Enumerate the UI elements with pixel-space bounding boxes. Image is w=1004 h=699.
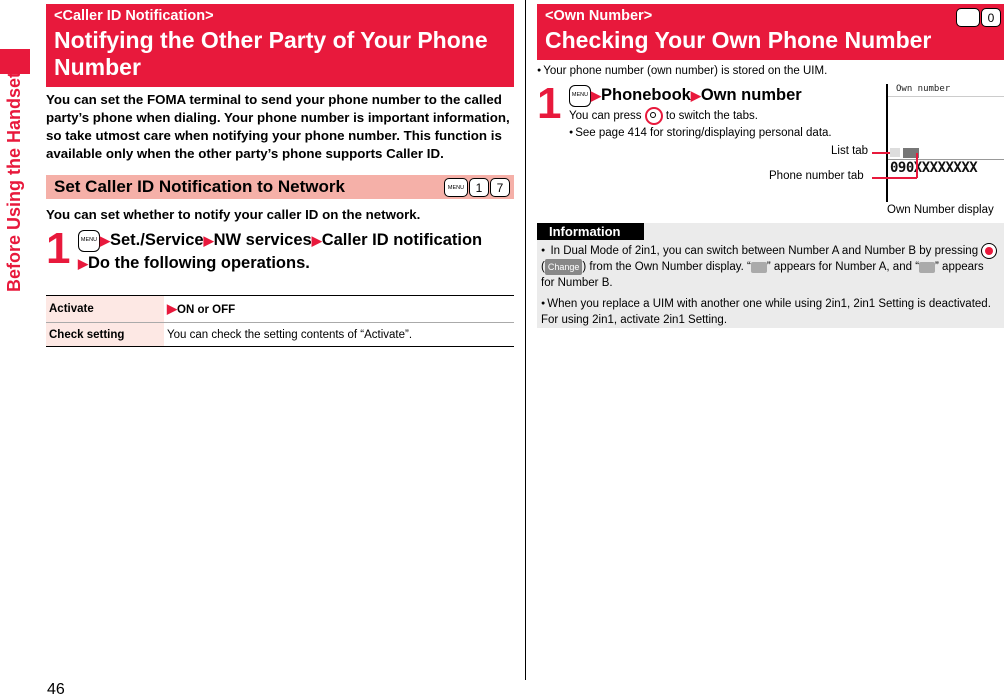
step-bullet: See page 414 for storing/displaying pers… xyxy=(569,125,831,141)
callout-line xyxy=(872,177,917,179)
number-b-icon xyxy=(919,261,936,273)
note-bullet: Your phone number (own number) is stored… xyxy=(537,63,1004,79)
callout-list-tab: List tab xyxy=(831,145,869,157)
path-item: Set./Service xyxy=(110,231,204,249)
menu-key-icon: MENU xyxy=(569,84,591,107)
own-number-header: <Own Number> Checking Your Own Phone Num… xyxy=(537,4,1004,60)
step-instructions: MENU ▶Phonebook▶Own number You can press … xyxy=(569,84,832,141)
section-title: Set Caller ID Notification to Network xyxy=(54,177,345,196)
own-number-screen: Own number 090XXXXXXXX xyxy=(886,84,1004,202)
info-item: In Dual Mode of 2in1, you can switch bet… xyxy=(537,243,1004,291)
shortcut-keys: MENU 0 xyxy=(956,8,1001,27)
key-7-icon: 7 xyxy=(490,178,510,197)
callout-line xyxy=(916,153,918,178)
category-label: <Caller ID Notification> xyxy=(54,8,214,24)
info-text: ” appears for Number A, and “ xyxy=(766,261,920,274)
key-1-icon: 1 xyxy=(469,178,489,197)
change-softkey: Change xyxy=(544,259,583,276)
arrow-icon: ▶ xyxy=(690,88,701,103)
screen-caption: Own Number display xyxy=(887,204,994,216)
arrow-icon: ▶ xyxy=(100,233,110,248)
nav-key-icon xyxy=(644,107,663,125)
menu-key-icon: MENU xyxy=(956,8,980,27)
operations-table: Activate ▶ON or OFF Check setting You ca… xyxy=(46,295,514,347)
detail-text: You can press xyxy=(569,110,642,123)
column-divider xyxy=(525,0,526,680)
key-0-icon: 0 xyxy=(981,8,1001,27)
step-detail: You can press to switch the tabs. xyxy=(569,107,832,125)
arrow-icon: ▶ xyxy=(78,256,88,271)
step-1: 1 MENU ▶Set./Service▶NW services▶Caller I… xyxy=(46,224,514,275)
info-item: When you replace a UIM with another one … xyxy=(537,296,1004,328)
intro-text: You can set the FOMA terminal to send yo… xyxy=(46,92,510,161)
arrow-icon: ▶ xyxy=(311,233,322,248)
shortcut-keys: MENU 1 7 xyxy=(444,178,510,197)
screen-tabs xyxy=(890,148,919,158)
left-column: <Caller ID Notification> Notifying the O… xyxy=(46,4,514,347)
caller-id-header: <Caller ID Notification> Notifying the O… xyxy=(46,4,514,87)
information-title: Information xyxy=(537,223,644,240)
operation-name: Activate xyxy=(46,295,164,323)
arrow-icon: ▶ xyxy=(167,301,177,316)
info-text: In Dual Mode of 2in1, you can switch bet… xyxy=(550,245,979,258)
path-item: Own number xyxy=(700,86,802,104)
arrow-icon: ▶ xyxy=(203,233,214,248)
menu-key-icon: MENU xyxy=(444,178,468,197)
number-a-icon xyxy=(750,261,767,273)
step-number: 1 xyxy=(537,79,562,128)
path-item: Do the following operations. xyxy=(88,254,310,272)
operation-value: You can check the setting contents of “A… xyxy=(164,322,514,347)
page-title: Checking Your Own Phone Number xyxy=(545,27,932,53)
chapter-label: Before Using the Handset xyxy=(4,71,24,292)
page-number: 46 xyxy=(47,681,65,698)
table-row: Activate ▶ON or OFF xyxy=(46,295,514,323)
operation-name: Check setting xyxy=(46,322,164,347)
category-label: <Own Number> xyxy=(545,8,653,24)
screen-title: Own number xyxy=(888,84,1004,97)
operation-value: ▶ON or OFF xyxy=(164,295,514,323)
operation-value-text: ON or OFF xyxy=(177,304,236,316)
path-item: Caller ID notification xyxy=(321,231,483,249)
arrow-icon: ▶ xyxy=(591,88,601,103)
callout-line xyxy=(872,152,890,154)
path-item: NW services xyxy=(213,231,312,249)
menu-key-icon: MENU xyxy=(78,229,100,252)
step-instructions: MENU ▶Set./Service▶NW services▶Caller ID … xyxy=(78,229,482,275)
callout-phone-number-tab: Phone number tab xyxy=(769,170,864,182)
phone-number: 090XXXXXXXX xyxy=(890,160,978,176)
center-key-icon xyxy=(981,243,998,259)
list-tab-icon xyxy=(890,148,900,157)
step-number: 1 xyxy=(46,224,71,273)
table-row: Check setting You can check the setting … xyxy=(46,322,514,347)
section-header: Set Caller ID Notification to Network ME… xyxy=(46,175,514,199)
information-box: Information In Dual Mode of 2in1, you ca… xyxy=(537,223,1004,328)
page-title: Notifying the Other Party of Your Phone … xyxy=(54,27,488,80)
detail-text: to switch the tabs. xyxy=(665,110,758,123)
section-description: You can set whether to notify your calle… xyxy=(46,207,421,222)
path-item: Phonebook xyxy=(601,86,691,104)
info-text: ) from the Own Number display. “ xyxy=(582,261,751,274)
